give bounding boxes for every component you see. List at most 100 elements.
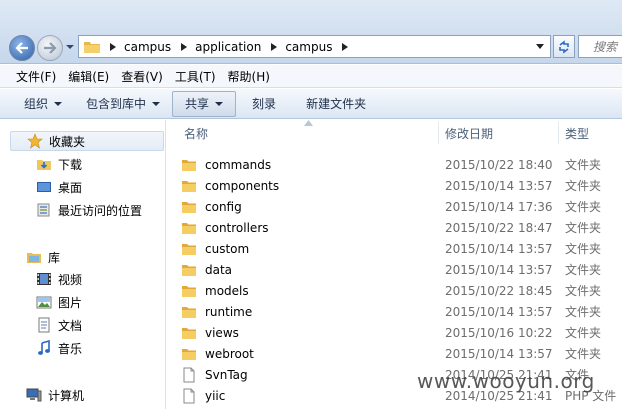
breadcrumb-arrow-icon[interactable] [181, 42, 188, 51]
folder-icon [181, 241, 197, 257]
file-name: SvnTag [205, 367, 248, 382]
table-row[interactable]: views 2015/10/16 10:22 文件夹 [181, 322, 622, 343]
table-row[interactable]: custom 2015/10/14 13:57 文件夹 [181, 238, 622, 259]
nav-music[interactable]: 音乐 [36, 338, 82, 358]
recent-pages-dropdown-icon[interactable] [65, 42, 75, 52]
menu-view[interactable]: 查看(V) [115, 68, 169, 85]
nav-recent-places[interactable]: 最近访问的位置 [36, 200, 142, 220]
file-name: commands [205, 157, 272, 172]
menu-help[interactable]: 帮助(H) [222, 68, 276, 85]
menu-file[interactable]: 文件(F) [10, 68, 62, 85]
file-modified-date: 2015/10/14 13:57 [445, 241, 553, 256]
file-modified-date: 2015/10/22 18:45 [445, 283, 553, 298]
search-box[interactable] [578, 35, 622, 58]
table-row[interactable]: data 2015/10/14 13:57 文件夹 [181, 259, 622, 280]
file-name: controllers [205, 220, 269, 235]
table-row[interactable]: controllers 2015/10/22 18:47 文件夹 [181, 217, 622, 238]
file-name: models [205, 283, 249, 298]
file-modified-date: 2015/10/22 18:47 [445, 220, 553, 235]
file-name: webroot [205, 346, 254, 361]
file-name: views [205, 325, 239, 340]
nav-computer[interactable]: 计算机 [26, 385, 84, 405]
breadcrumb-arrow-icon[interactable] [271, 42, 278, 51]
breadcrumb-campus-root[interactable]: campus [124, 40, 171, 54]
column-divider[interactable] [558, 122, 559, 144]
nav-desktop[interactable]: 桌面 [36, 177, 82, 197]
nav-libraries[interactable]: 库 [26, 247, 60, 267]
menu-edit[interactable]: 编辑(E) [62, 68, 115, 85]
back-arrow-icon [15, 42, 28, 54]
organize-button[interactable]: 组织 [16, 91, 70, 117]
table-row[interactable]: config 2015/10/14 17:36 文件夹 [181, 196, 622, 217]
address-field[interactable]: campus application campus [78, 35, 551, 58]
breadcrumb-arrow-icon[interactable] [342, 42, 349, 51]
burn-label: 刻录 [252, 97, 277, 111]
download-folder-icon [36, 156, 52, 172]
file-type: 文件夹 [565, 242, 602, 256]
column-headers: 名称 修改日期 类型 [167, 120, 622, 146]
nav-music-label: 音乐 [58, 341, 83, 356]
file-name: yiic [205, 388, 226, 403]
table-row[interactable]: runtime 2015/10/14 13:57 文件夹 [181, 301, 622, 322]
computer-icon [26, 387, 42, 403]
watermark: www.wooyun.org [417, 369, 595, 393]
refresh-button[interactable] [553, 35, 575, 58]
nav-libraries-label: 库 [48, 250, 61, 265]
table-row[interactable]: webroot 2015/10/14 13:57 文件夹 [181, 343, 622, 364]
table-row[interactable]: commands 2015/10/22 18:40 文件夹 [181, 154, 622, 175]
address-history-dropdown-icon[interactable] [536, 44, 544, 49]
folder-icon [181, 346, 197, 362]
breadcrumb-arrow-icon[interactable] [110, 42, 116, 51]
nav-recent-places-label: 最近访问的位置 [58, 203, 143, 218]
file-name: components [205, 178, 280, 193]
file-name: custom [205, 241, 250, 256]
file-type: 文件夹 [565, 221, 602, 235]
folder-icon [181, 283, 197, 299]
nav-videos-label: 视频 [58, 272, 83, 287]
include-in-library-button[interactable]: 包含到库中 [78, 91, 168, 117]
nav-favorites[interactable]: 收藏夹 [10, 131, 164, 151]
nav-videos[interactable]: 视频 [36, 269, 82, 289]
file-modified-date: 2015/10/22 18:40 [445, 157, 553, 172]
command-bar: 组织 包含到库中 共享 刻录 新建文件夹 [0, 89, 622, 119]
folder-icon [181, 178, 197, 194]
file-name: runtime [205, 304, 253, 319]
nav-documents[interactable]: 文档 [36, 315, 82, 335]
share-button[interactable]: 共享 [172, 90, 237, 117]
folder-icon [181, 220, 197, 236]
chevron-down-icon [215, 101, 224, 106]
file-type: 文件夹 [565, 200, 602, 214]
table-row[interactable]: models 2015/10/22 18:45 文件夹 [181, 280, 622, 301]
folder-icon [181, 157, 197, 173]
navigation-pane: 收藏夹 下载 桌面 最近访问的位置 库 视频 图片 文档 音乐 计算机 [0, 120, 166, 409]
nav-downloads[interactable]: 下载 [36, 154, 82, 174]
column-header-type[interactable]: 类型 [565, 120, 621, 146]
menu-tools[interactable]: 工具(T) [169, 68, 222, 85]
back-button[interactable] [9, 35, 35, 61]
folder-icon [181, 199, 197, 215]
file-icon [181, 388, 197, 404]
address-bar-region: campus application campus [0, 0, 622, 64]
menu-bar: 文件(F) 编辑(E) 查看(V) 工具(T) 帮助(H) [0, 65, 622, 88]
music-note-icon [36, 340, 52, 356]
nav-pictures[interactable]: 图片 [36, 292, 82, 312]
forward-button[interactable] [37, 35, 63, 61]
chevron-down-icon [54, 101, 63, 106]
include-in-library-label: 包含到库中 [86, 97, 147, 111]
new-folder-button[interactable]: 新建文件夹 [298, 91, 374, 117]
breadcrumb-campus[interactable]: campus [285, 40, 332, 54]
column-header-name[interactable]: 名称 [184, 120, 434, 146]
column-header-date[interactable]: 修改日期 [445, 120, 555, 146]
burn-button[interactable]: 刻录 [244, 91, 284, 117]
file-type: 文件夹 [565, 305, 602, 319]
table-row[interactable]: components 2015/10/14 13:57 文件夹 [181, 175, 622, 196]
organize-label: 组织 [24, 97, 49, 111]
column-divider[interactable] [438, 122, 439, 144]
nav-documents-label: 文档 [58, 318, 83, 333]
search-input[interactable] [579, 36, 622, 57]
folder-location-icon [84, 41, 100, 53]
column-type-label: 类型 [565, 126, 590, 141]
recent-places-icon [36, 202, 52, 218]
file-modified-date: 2015/10/14 17:36 [445, 199, 553, 214]
breadcrumb-application[interactable]: application [195, 40, 261, 54]
